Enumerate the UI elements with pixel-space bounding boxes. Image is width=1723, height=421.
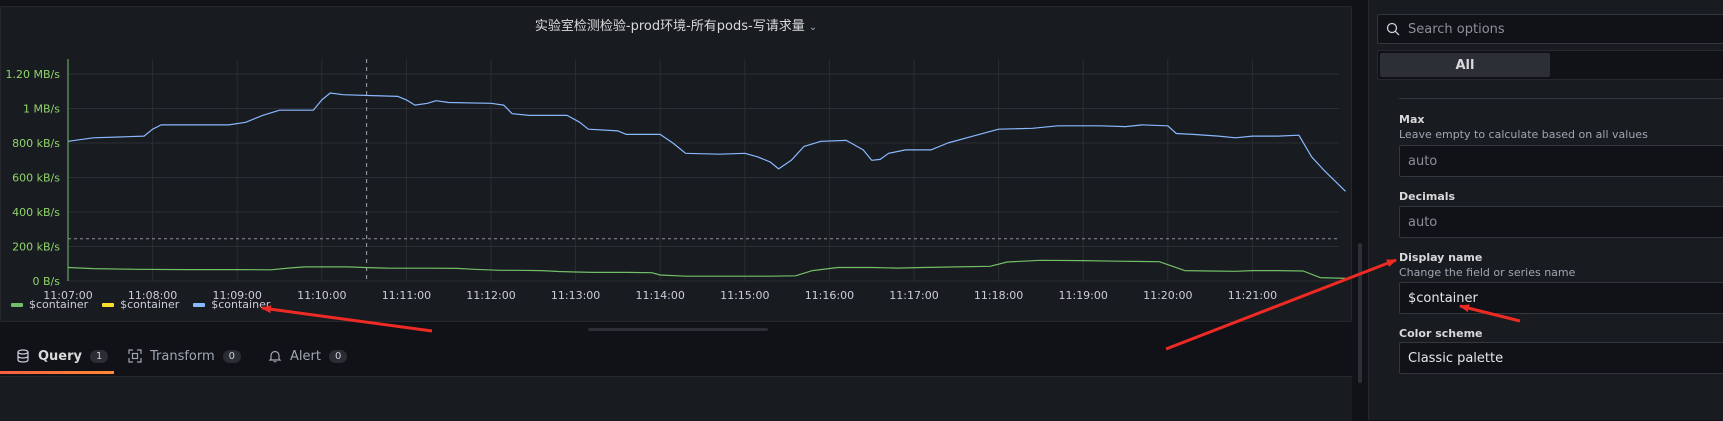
active-tab-indicator bbox=[0, 371, 114, 374]
tab-count-badge: 0 bbox=[222, 349, 242, 363]
max-description: Leave empty to calculate based on all va… bbox=[1399, 128, 1648, 141]
editor-tabs: Query 1 Transform 0 Alert 0 bbox=[0, 338, 1352, 376]
x-tick-label: 11:18:00 bbox=[974, 289, 1023, 302]
legend-label: $container bbox=[211, 298, 271, 311]
x-tick-label: 11:14:00 bbox=[635, 289, 684, 302]
search-options[interactable] bbox=[1377, 14, 1723, 44]
series-line-3 bbox=[67, 92, 1346, 192]
x-tick-label: 11:15:00 bbox=[720, 289, 769, 302]
x-tick-label: 11:12:00 bbox=[466, 289, 515, 302]
legend-swatch bbox=[11, 302, 23, 307]
tab-label: Alert bbox=[290, 348, 321, 364]
y-tick-label: 200 kB/s bbox=[12, 241, 60, 254]
bell-icon bbox=[268, 350, 282, 363]
display-name-description: Change the field or series name bbox=[1399, 266, 1576, 279]
x-tick-label: 11:20:00 bbox=[1143, 289, 1192, 302]
tab-transform[interactable]: Transform 0 bbox=[128, 338, 242, 374]
chart-series bbox=[67, 92, 1346, 279]
color-scheme-select[interactable]: Classic palette bbox=[1399, 342, 1723, 374]
tab-count-badge: 1 bbox=[90, 349, 109, 363]
filter-all-button[interactable]: All bbox=[1380, 53, 1550, 77]
x-tick-label: 11:19:00 bbox=[1058, 289, 1107, 302]
series-line-1 bbox=[67, 259, 1346, 279]
x-tick-label: 11:16:00 bbox=[805, 289, 854, 302]
y-tick-label: 1 MB/s bbox=[23, 103, 60, 116]
search-icon bbox=[1386, 22, 1400, 36]
x-tick-label: 11:21:00 bbox=[1228, 289, 1277, 302]
legend-swatch bbox=[102, 302, 115, 307]
legend-item-2[interactable]: $container bbox=[102, 298, 179, 311]
y-tick-label: 800 kB/s bbox=[12, 137, 60, 150]
decimals-input[interactable]: auto bbox=[1399, 206, 1723, 238]
y-tick-label: 400 kB/s bbox=[12, 206, 60, 219]
color-scheme-label: Color scheme bbox=[1399, 327, 1483, 340]
y-tick-label: 1.20 MB/s bbox=[6, 68, 61, 81]
panel-resize-handle[interactable] bbox=[588, 328, 768, 331]
legend-label: $container bbox=[120, 298, 180, 311]
query-editor-area bbox=[0, 376, 1352, 421]
tab-alert[interactable]: Alert 0 bbox=[268, 338, 348, 374]
x-tick-label: 11:10:00 bbox=[297, 289, 346, 302]
tab-label: Transform bbox=[150, 348, 215, 364]
chart[interactable]: 0 B/s 200 kB/s 400 kB/s 600 kB/s 800 kB/s 1 M… bbox=[1, 7, 1351, 321]
x-tick-label: 11:13:00 bbox=[551, 289, 600, 302]
max-input[interactable]: auto bbox=[1399, 145, 1723, 177]
chart-legend: $container $container $container bbox=[11, 298, 270, 311]
y-tick-label: 0 B/s bbox=[33, 275, 61, 288]
search-input[interactable] bbox=[1406, 20, 1710, 38]
legend-item-3[interactable]: $container bbox=[193, 298, 270, 311]
legend-item-1[interactable]: $container bbox=[11, 298, 88, 311]
y-axis: 0 B/s 200 kB/s 400 kB/s 600 kB/s 800 kB/s 1 M… bbox=[6, 59, 69, 288]
y-tick-label: 600 kB/s bbox=[12, 172, 60, 185]
graph-panel: 实验室检测检验-prod环境-所有pods-写请求量 ⌄ 0 B/s 200 kB/… bbox=[0, 6, 1352, 322]
transform-icon bbox=[128, 349, 142, 363]
display-name-label: Display name bbox=[1399, 251, 1483, 264]
max-label: Max bbox=[1399, 113, 1425, 126]
decimals-label: Decimals bbox=[1399, 190, 1456, 203]
scrollbar-thumb[interactable] bbox=[1358, 243, 1362, 383]
x-tick-label: 11:11:00 bbox=[382, 289, 431, 302]
legend-swatch bbox=[193, 302, 206, 307]
options-pane: All Max Leave empty to calculate based o… bbox=[1368, 0, 1723, 420]
display-name-input[interactable]: $container bbox=[1399, 282, 1723, 314]
tab-count-badge: 0 bbox=[328, 349, 348, 363]
database-icon bbox=[17, 349, 29, 363]
pane-splitter[interactable] bbox=[1355, 0, 1367, 420]
tab-label: Query bbox=[38, 348, 83, 364]
options-filter-toggle: All bbox=[1377, 50, 1723, 80]
legend-label: $container bbox=[29, 298, 89, 311]
chart-grid bbox=[67, 59, 1339, 282]
previous-field-edge bbox=[1399, 90, 1723, 99]
tab-query[interactable]: Query 1 bbox=[16, 338, 109, 374]
x-tick-label: 11:17:00 bbox=[889, 289, 938, 302]
